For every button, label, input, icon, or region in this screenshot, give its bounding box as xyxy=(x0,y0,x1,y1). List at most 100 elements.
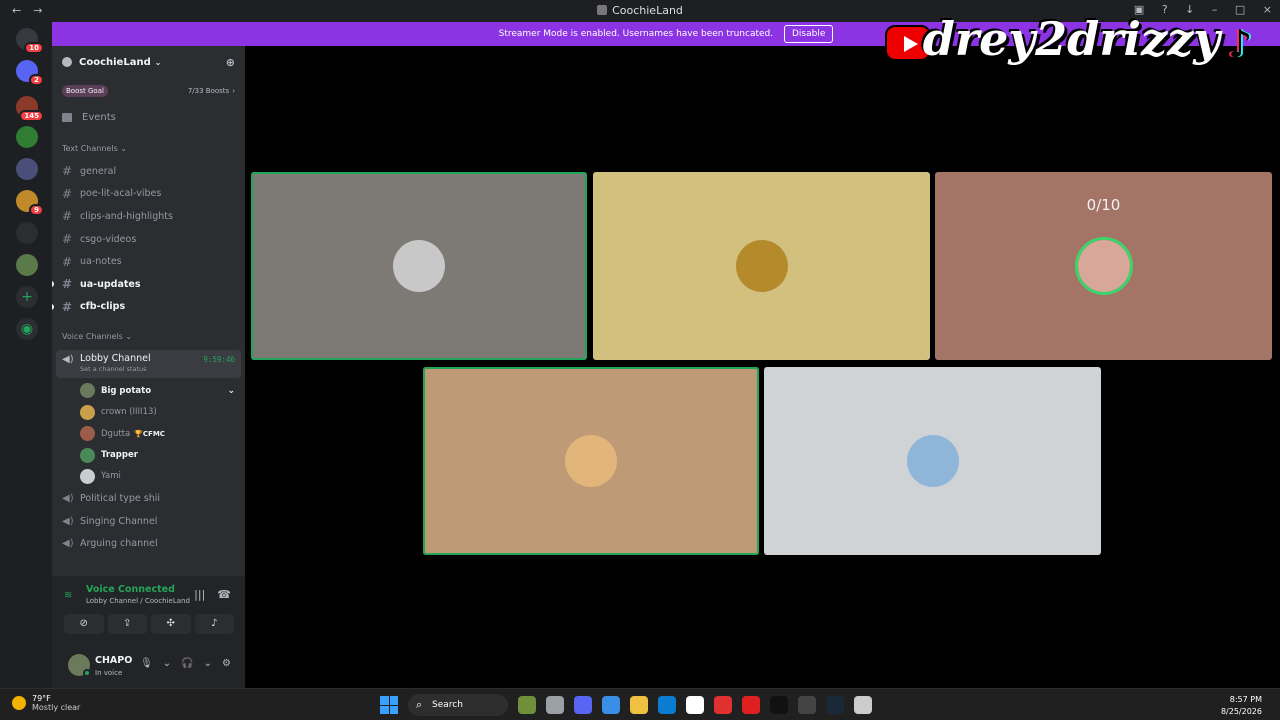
text-channel-csgo-videos[interactable]: # csgo-videos xyxy=(52,228,245,251)
server-icon[interactable]: 145 xyxy=(16,96,44,122)
voice-member[interactable]: Trapper xyxy=(52,444,245,465)
server-icon[interactable]: 9 xyxy=(16,190,44,216)
avatar xyxy=(80,383,95,399)
participant-tile[interactable] xyxy=(764,367,1101,555)
taskbar-app-icon[interactable] xyxy=(686,696,704,714)
channel-name: ua-updates xyxy=(80,278,141,290)
hash-icon: # xyxy=(62,164,73,179)
search-box[interactable]: Search xyxy=(408,694,508,716)
taskbar-app-icon[interactable] xyxy=(714,696,732,714)
avatar xyxy=(80,468,95,484)
server-icon[interactable] xyxy=(16,222,38,244)
active-voice-channel[interactable]: ◀) Lobby Channel Set a channel status 9:… xyxy=(56,350,241,379)
maximize-icon[interactable]: □ xyxy=(1235,3,1245,16)
voice-member[interactable]: Yami xyxy=(52,466,245,487)
voice-status[interactable]: Voice Connected xyxy=(64,584,190,595)
text-channel-cfb-clips[interactable]: # cfb-clips xyxy=(52,296,245,319)
mention-badge: 2 xyxy=(29,74,44,86)
member-name: Dgutta xyxy=(101,428,131,439)
clock-time: 8:57 PM xyxy=(1229,695,1262,704)
hash-icon: # xyxy=(62,254,73,269)
online-status-icon xyxy=(83,669,91,677)
screen-share-button[interactable]: ⇪ xyxy=(107,614,147,634)
taskbar-app-icon[interactable] xyxy=(742,696,760,714)
channel-name: ua-notes xyxy=(80,256,122,268)
text-channel-general[interactable]: # general xyxy=(52,160,245,183)
member-tag: 🏆CFMC xyxy=(134,429,165,438)
voice-member[interactable]: Big potato ⌄ xyxy=(52,380,245,401)
voice-channel[interactable]: ◀) Political type shii xyxy=(52,487,245,510)
voice-member-list: Big potato ⌄ crown (IIII13) Dgutta 🏆CFMC Trap… xyxy=(52,380,245,487)
participant-tile[interactable]: 0/10 xyxy=(935,172,1272,360)
category-label: Voice Channels xyxy=(62,332,123,342)
taskbar-app-icon[interactable] xyxy=(798,696,816,714)
taskbar-app-icon[interactable] xyxy=(770,696,788,714)
voice-channels-header[interactable]: Voice Channels ⌄ xyxy=(52,318,245,348)
headphones-icon[interactable]: 🎧 xyxy=(181,658,193,669)
server-icon[interactable]: 2 xyxy=(16,60,44,86)
server-icon[interactable] xyxy=(16,158,38,180)
voice-controls: ||| ☎ xyxy=(182,588,231,601)
events-item[interactable]: Events xyxy=(52,104,245,130)
chevron-down-icon[interactable]: ⌄ xyxy=(163,658,171,669)
chevron-down-icon[interactable]: ⌄ xyxy=(227,386,235,396)
participant-tile[interactable] xyxy=(423,367,759,555)
participant-avatar xyxy=(1074,237,1133,295)
server-badge-icon xyxy=(62,57,72,67)
start-icon[interactable] xyxy=(380,696,398,714)
taskbar-app-icon[interactable] xyxy=(854,696,872,714)
channel-name: general xyxy=(80,165,117,177)
chevron-down-icon: ⌄ xyxy=(154,57,162,67)
text-channel-poe-lit-acal-vibes[interactable]: # poe-lit-acal-vibes xyxy=(52,183,245,206)
noise-suppression-icon[interactable]: ||| xyxy=(194,588,205,601)
discover-icon[interactable]: ◉ xyxy=(16,318,38,340)
weather-widget[interactable]: 79°F Mostly clear xyxy=(12,694,80,712)
taskbar-app-icon[interactable] xyxy=(546,696,564,714)
channel-status[interactable]: Set a channel status xyxy=(62,365,235,373)
voice-member[interactable]: Dgutta 🏆CFMC xyxy=(52,423,245,444)
microphone-icon[interactable]: 🎙 xyxy=(140,658,153,669)
server-icon[interactable] xyxy=(16,254,38,276)
camera-button[interactable]: ⊘ xyxy=(64,614,104,634)
signal-icon[interactable]: ≋ xyxy=(64,590,72,601)
add-server-icon[interactable]: + xyxy=(16,286,38,308)
disable-button[interactable]: Disable xyxy=(783,25,834,43)
boost-goal[interactable]: Boost Goal 7/33 Boosts › xyxy=(52,78,245,104)
activity-counter: 0/10 xyxy=(1086,196,1121,214)
text-channels-header[interactable]: Text Channels ⌄ xyxy=(52,130,245,160)
moon-weather-icon xyxy=(12,696,26,710)
invite-icon[interactable]: ⊕ xyxy=(226,56,235,69)
disconnect-icon[interactable]: ☎ xyxy=(217,588,231,601)
taskbar-app-icon[interactable] xyxy=(630,696,648,714)
server-icon[interactable] xyxy=(16,126,38,148)
text-channel-list: # general # poe-lit-acal-vibes # clips-and-hi… xyxy=(52,160,245,318)
channel-name: Political type shii xyxy=(80,492,161,504)
chevron-down-icon[interactable]: ⌄ xyxy=(204,658,212,669)
close-icon[interactable]: × xyxy=(1263,3,1272,16)
text-channel-ua-updates[interactable]: # ua-updates xyxy=(52,273,245,296)
calendar-icon xyxy=(62,112,72,122)
server-icon[interactable]: 10 xyxy=(16,28,44,54)
text-channel-clips-and-highlights[interactable]: # clips-and-highlights xyxy=(52,205,245,228)
activities-button[interactable]: ✣ xyxy=(151,614,191,634)
soundboard-button[interactable]: ♪ xyxy=(194,614,234,634)
taskbar-app-icon[interactable] xyxy=(574,696,592,714)
member-name: crown (IIII13) xyxy=(101,407,157,418)
hash-icon: # xyxy=(62,209,73,224)
server-header[interactable]: CoochieLand ⌄ ⊕ xyxy=(52,46,245,78)
taskbar-app-icon[interactable] xyxy=(602,696,620,714)
text-channel-ua-notes[interactable]: # ua-notes xyxy=(52,250,245,273)
taskbar-app-icon[interactable] xyxy=(658,696,676,714)
username[interactable]: CHAPO xyxy=(95,655,132,666)
taskbar-app-icon[interactable] xyxy=(518,696,536,714)
voice-channel[interactable]: ◀) Singing Channel xyxy=(52,510,245,533)
voice-location[interactable]: Lobby Channel / CoochieLand xyxy=(64,597,190,605)
settings-gear-icon[interactable]: ⚙ xyxy=(222,658,231,669)
taskbar-app-icon[interactable] xyxy=(826,696,844,714)
system-clock[interactable]: 8:57 PM 8/25/2026 xyxy=(1221,694,1262,718)
participant-tile[interactable] xyxy=(251,172,587,360)
avatar xyxy=(80,426,95,442)
participant-tile[interactable] xyxy=(593,172,930,360)
voice-channel[interactable]: ◀) Arguing channel xyxy=(52,532,245,555)
voice-member[interactable]: crown (IIII13) xyxy=(52,402,245,423)
